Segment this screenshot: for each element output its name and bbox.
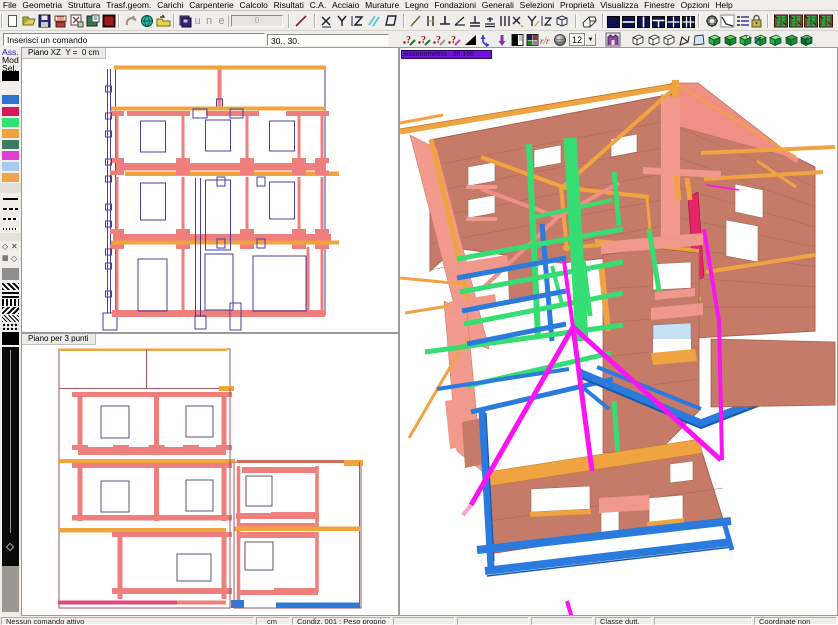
svg-text:r/r: r/r: [540, 36, 550, 46]
